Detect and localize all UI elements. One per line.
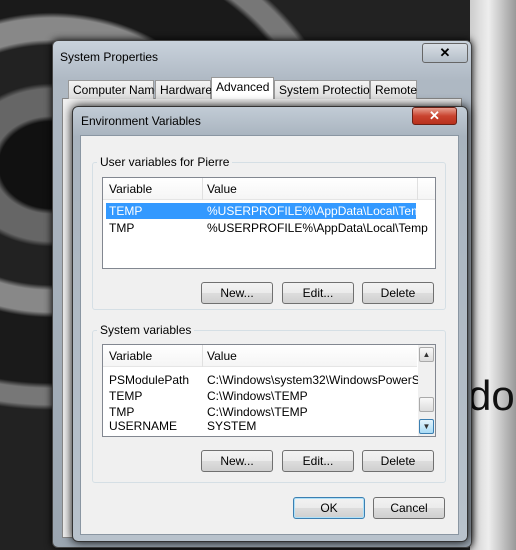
list-header: Variable Value [103, 345, 417, 367]
column-header-value[interactable]: Value [207, 349, 237, 363]
column-header-value[interactable]: Value [207, 182, 237, 196]
column-header-variable[interactable]: Variable [109, 349, 152, 363]
user-new-button[interactable]: New... [201, 282, 273, 304]
list-header: Variable Value [103, 178, 435, 200]
cancel-button[interactable]: Cancel [373, 497, 445, 519]
window-title: System Properties [60, 50, 159, 64]
scroll-up-button[interactable]: ▲ [419, 347, 434, 362]
system-edit-button[interactable]: Edit... [282, 450, 354, 472]
desktop-background [470, 0, 516, 550]
list-item[interactable]: TMP %USERPROFILE%\AppData\Local\Temp [106, 220, 428, 236]
scroll-thumb[interactable] [419, 397, 434, 412]
column-header-variable[interactable]: Variable [109, 182, 152, 196]
scroll-down-button[interactable]: ▼ [419, 419, 434, 434]
dialog-title: Environment Variables [81, 114, 201, 128]
close-icon: ✕ [429, 108, 440, 123]
dialog-close-button[interactable]: ✕ [412, 107, 457, 125]
close-icon: ✕ [439, 45, 451, 60]
tab-remote[interactable]: Remote [370, 80, 417, 99]
user-delete-button[interactable]: Delete [362, 282, 434, 304]
user-edit-button[interactable]: Edit... [282, 282, 354, 304]
user-variables-list[interactable]: Variable Value TEMP %USERPROFILE%\AppData… [102, 177, 436, 269]
close-button[interactable]: ✕ [422, 43, 468, 63]
scrollbar[interactable]: ▲ ▼ [418, 345, 435, 436]
user-variables-label: User variables for Pierre [97, 155, 233, 169]
arrow-down-icon: ▼ [422, 422, 431, 431]
arrow-up-icon: ▲ [422, 350, 431, 359]
ok-button[interactable]: OK [293, 497, 365, 519]
system-variables-label: System variables [97, 323, 195, 337]
tab-advanced[interactable]: Advanced [211, 77, 274, 99]
tab-hardware[interactable]: Hardware [155, 80, 212, 99]
background-graphic: do [468, 372, 515, 419]
tab-computer-name[interactable]: Computer Name [68, 80, 161, 99]
system-new-button[interactable]: New... [201, 450, 273, 472]
system-delete-button[interactable]: Delete [362, 450, 434, 472]
system-variables-list[interactable]: Variable Value PSModulePath C:\Windows\sy… [102, 344, 436, 437]
tab-system-protection[interactable]: System Protection [274, 80, 376, 99]
list-item[interactable]: TEMP %USERPROFILE%\AppData\Local\Temp [106, 203, 428, 219]
